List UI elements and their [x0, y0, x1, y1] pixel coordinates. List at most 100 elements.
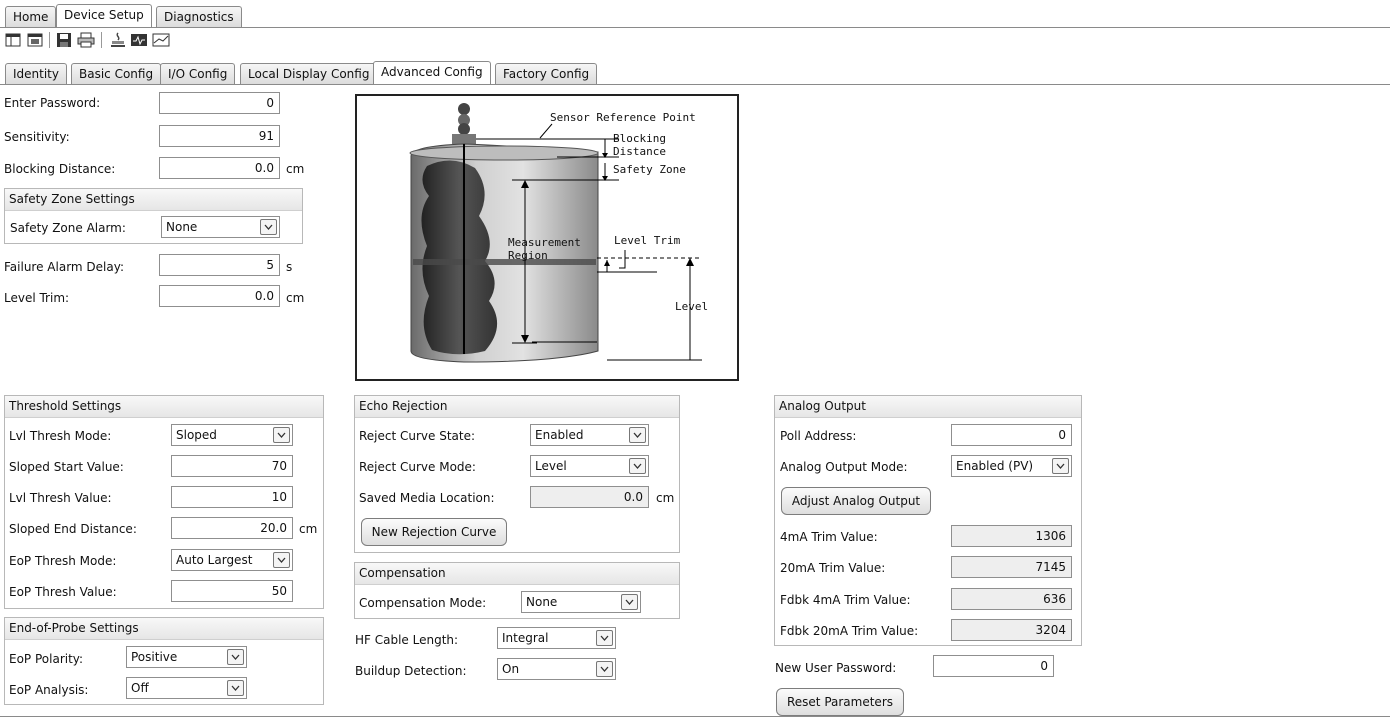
password-label: Enter Password:	[4, 96, 101, 110]
sloped-end-field[interactable]: 20.0	[171, 517, 293, 539]
monitor-icon[interactable]	[130, 31, 148, 49]
connect-icon[interactable]	[109, 31, 127, 49]
sloped-end-label: Sloped End Distance:	[9, 522, 137, 536]
hf-cable-select[interactable]: Integral	[497, 627, 616, 649]
saved-media-label: Saved Media Location:	[359, 491, 495, 505]
tab-factory-config[interactable]: Factory Config	[495, 63, 598, 84]
chevron-down-icon	[629, 458, 646, 474]
sloped-start-field[interactable]: 70	[171, 455, 293, 477]
chevron-down-icon	[621, 594, 638, 610]
lvl-thresh-value-label: Lvl Thresh Value:	[9, 491, 112, 505]
toolbar-separator	[101, 32, 102, 48]
sensitivity-label: Sensitivity:	[4, 130, 70, 144]
password-field[interactable]: 0	[159, 92, 280, 114]
tab-local-display-config[interactable]: Local Display Config	[240, 63, 378, 84]
eop-thresh-value-field[interactable]: 50	[171, 580, 293, 602]
reset-parameters-button[interactable]: Reset Parameters	[776, 688, 904, 716]
compensation-mode-select[interactable]: None	[521, 591, 641, 613]
eop-analysis-label: EoP Analysis:	[9, 683, 89, 697]
adjust-analog-output-button[interactable]: Adjust Analog Output	[781, 487, 931, 515]
tab-io-config[interactable]: I/O Config	[160, 63, 236, 84]
panel-icon[interactable]	[26, 31, 44, 49]
blocking-label-1: Blocking	[613, 132, 666, 145]
tab-diagnostics[interactable]: Diagnostics	[156, 6, 242, 27]
top-tab-bar: Home Device Setup Diagnostics	[0, 4, 1390, 28]
poll-address-label: Poll Address:	[780, 429, 857, 443]
safety-alarm-select[interactable]: None	[161, 216, 280, 238]
blocking-distance-label: Blocking Distance:	[4, 162, 116, 176]
failure-delay-label: Failure Alarm Delay:	[4, 260, 124, 274]
lvl-thresh-mode-select[interactable]: Sloped	[171, 424, 293, 446]
safety-zone-diagram-label: Safety Zone	[613, 163, 686, 176]
lvl-thresh-mode-value: Sloped	[176, 428, 217, 442]
reject-mode-select[interactable]: Level	[530, 455, 649, 477]
analog-mode-label: Analog Output Mode:	[780, 460, 908, 474]
tab-home[interactable]: Home	[5, 6, 57, 27]
hf-cable-value: Integral	[502, 631, 549, 645]
compensation-title: Compensation	[355, 563, 679, 585]
bottom-border	[0, 716, 1390, 717]
chevron-down-icon	[1052, 458, 1069, 474]
chevron-down-icon	[273, 427, 290, 443]
threshold-title: Threshold Settings	[5, 396, 323, 418]
toolbar-separator	[49, 32, 50, 48]
poll-address-field[interactable]: 0	[951, 424, 1072, 446]
blocking-distance-field[interactable]: 0.0	[159, 157, 280, 179]
eop-thresh-mode-select[interactable]: Auto Largest	[171, 549, 293, 571]
safety-zone-title: Safety Zone Settings	[5, 189, 302, 211]
failure-delay-field[interactable]: 5	[159, 254, 280, 276]
eop-polarity-value: Positive	[131, 650, 178, 664]
trim4-field: 1306	[951, 525, 1072, 547]
sensor-reference-label: Sensor Reference Point	[550, 111, 696, 124]
level-diagram-label: Level	[675, 300, 709, 313]
lvl-thresh-value-field[interactable]: 10	[171, 486, 293, 508]
safety-alarm-value: None	[166, 220, 198, 234]
trend-icon[interactable]	[152, 31, 170, 49]
tab-advanced-config[interactable]: Advanced Config	[373, 61, 491, 84]
blocking-label-2: Distance	[613, 145, 666, 158]
new-rejection-curve-button[interactable]: New Rejection Curve	[361, 518, 507, 546]
compensation-mode-value: None	[526, 595, 558, 609]
window-icon[interactable]	[4, 31, 22, 49]
fdbk4-label: Fdbk 4mA Trim Value:	[780, 593, 911, 607]
sensitivity-field[interactable]: 91	[159, 125, 280, 147]
reject-state-select[interactable]: Enabled	[530, 424, 649, 446]
eop-title: End-of-Probe Settings	[5, 618, 323, 640]
chevron-down-icon	[596, 661, 613, 677]
tab-identity[interactable]: Identity	[5, 63, 67, 84]
sloped-start-label: Sloped Start Value:	[9, 460, 124, 474]
chevron-down-icon	[596, 630, 613, 646]
eop-analysis-select[interactable]: Off	[126, 677, 247, 699]
chevron-down-icon	[273, 552, 290, 568]
fdbk4-field: 636	[951, 588, 1072, 610]
analog-output-title: Analog Output	[775, 396, 1081, 418]
eop-thresh-value-label: EoP Thresh Value:	[9, 585, 117, 599]
new-password-field[interactable]: 0	[933, 655, 1054, 677]
level-trim-unit: cm	[286, 291, 305, 305]
fdbk20-label: Fdbk 20mA Trim Value:	[780, 624, 919, 638]
sub-tab-bar: Identity Basic Config I/O Config Local D…	[0, 61, 1390, 85]
saved-media-unit: cm	[656, 491, 675, 505]
tab-basic-config[interactable]: Basic Config	[71, 63, 162, 84]
chevron-down-icon	[227, 649, 244, 665]
echo-rejection-title: Echo Rejection	[355, 396, 679, 418]
eop-thresh-mode-value: Auto Largest	[176, 553, 253, 567]
trim20-field: 7145	[951, 556, 1072, 578]
analog-mode-select[interactable]: Enabled (PV)	[951, 455, 1072, 477]
saved-media-field: 0.0	[530, 486, 649, 508]
failure-delay-unit: s	[286, 260, 293, 274]
fdbk20-field: 3204	[951, 619, 1072, 641]
blocking-distance-unit: cm	[286, 162, 305, 176]
trim20-label: 20mA Trim Value:	[780, 561, 886, 575]
level-trim-field[interactable]: 0.0	[159, 285, 280, 307]
print-icon[interactable]	[77, 31, 95, 49]
safety-alarm-label: Safety Zone Alarm:	[10, 221, 126, 235]
tab-device-setup[interactable]: Device Setup	[56, 4, 152, 27]
sloped-end-unit: cm	[299, 522, 318, 536]
eop-polarity-select[interactable]: Positive	[126, 646, 247, 668]
eop-thresh-mode-label: EoP Thresh Mode:	[9, 554, 117, 568]
measurement-label-1: Measurement	[508, 236, 581, 249]
save-icon[interactable]	[55, 31, 73, 49]
chevron-down-icon	[227, 680, 244, 696]
buildup-select[interactable]: On	[497, 658, 616, 680]
